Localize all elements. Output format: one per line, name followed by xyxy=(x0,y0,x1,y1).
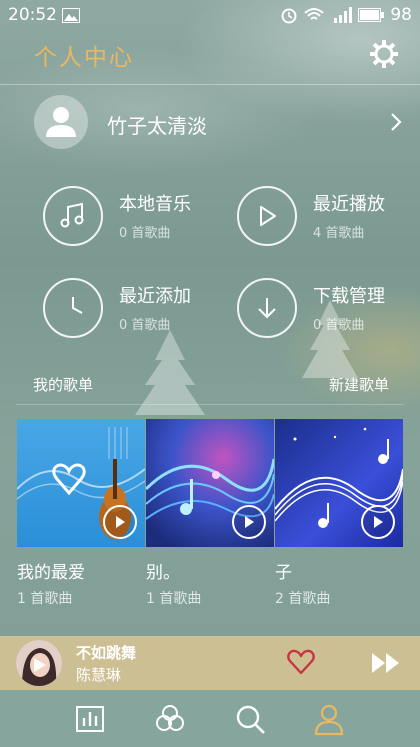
play-icon xyxy=(237,186,297,246)
playlist-name: 别。 xyxy=(146,563,180,583)
tile-count: 4 首歌曲 xyxy=(313,226,365,241)
song-title: 不如跳舞 xyxy=(76,644,137,662)
battery-icon xyxy=(358,8,385,22)
tile-title: 最近播放 xyxy=(313,194,385,215)
playlist-card[interactable]: 别。 1 首歌曲 xyxy=(146,419,274,607)
tile-title: 本地音乐 xyxy=(119,194,191,215)
new-playlist-button[interactable]: 新建歌单 xyxy=(329,374,389,395)
status-bar: 20:52 98 xyxy=(0,0,420,32)
play-icon xyxy=(116,516,125,528)
page-title: 个人中心 xyxy=(34,45,134,71)
playlist-name: 子 xyxy=(275,563,292,583)
image-icon xyxy=(62,8,80,23)
tile-count: 0 首歌曲 xyxy=(119,318,171,333)
song-artist: 陈慧琳 xyxy=(76,666,122,684)
tile-recent-play[interactable]: 最近播放 4 首歌曲 xyxy=(237,186,417,256)
fast-forward-icon[interactable] xyxy=(370,651,402,675)
status-time: 20:52 xyxy=(8,5,57,25)
gear-icon[interactable] xyxy=(370,40,398,68)
mini-player[interactable]: 不如跳舞 陈慧琳 xyxy=(0,636,420,690)
header-divider xyxy=(0,84,420,85)
discover-icon[interactable] xyxy=(153,702,187,736)
playlist-card[interactable]: 我的最爱 1 首歌曲 xyxy=(17,419,145,607)
play-button[interactable] xyxy=(361,505,395,539)
tile-count: 0 首歌曲 xyxy=(313,318,365,333)
download-icon xyxy=(237,278,297,338)
username: 竹子太清淡 xyxy=(107,114,207,138)
album-art[interactable] xyxy=(16,640,62,686)
chart-icon[interactable] xyxy=(74,702,108,736)
search-icon[interactable] xyxy=(233,702,267,736)
playlist-cover[interactable] xyxy=(17,419,145,547)
battery-level: 98 xyxy=(390,5,412,25)
chevron-right-icon xyxy=(391,113,402,131)
clock-icon xyxy=(43,278,103,338)
tile-count: 0 首歌曲 xyxy=(119,226,171,241)
heart-icon[interactable] xyxy=(287,649,315,675)
tile-download[interactable]: 下载管理 0 首歌曲 xyxy=(237,278,417,348)
artist-photo xyxy=(16,640,62,686)
playlist-cover[interactable] xyxy=(146,419,274,547)
tile-title: 最近添加 xyxy=(119,286,191,307)
playlist-name: 我的最爱 xyxy=(17,563,85,583)
playlist-count: 1 首歌曲 xyxy=(17,591,73,607)
playlist-count: 1 首歌曲 xyxy=(146,591,202,607)
play-icon xyxy=(245,516,254,528)
user-icon xyxy=(46,107,76,137)
my-playlists-heading: 我的歌单 xyxy=(33,376,94,394)
signal-icon xyxy=(334,7,353,23)
play-icon xyxy=(374,516,383,528)
music-note-icon xyxy=(43,186,103,246)
play-button[interactable] xyxy=(232,505,266,539)
section-divider xyxy=(16,404,404,405)
tile-local-music[interactable]: 本地音乐 0 首歌曲 xyxy=(43,186,223,256)
avatar[interactable] xyxy=(34,95,88,149)
playlist-card[interactable]: 子 2 首歌曲 xyxy=(275,419,403,607)
wifi-icon xyxy=(304,8,325,20)
profile-tab-icon[interactable] xyxy=(312,702,346,736)
alarm-icon xyxy=(281,8,297,24)
play-button[interactable] xyxy=(103,505,137,539)
playlist-count: 2 首歌曲 xyxy=(275,591,331,607)
tile-recent-added[interactable]: 最近添加 0 首歌曲 xyxy=(43,278,223,348)
profile-row[interactable]: 竹子太清淡 xyxy=(0,86,420,160)
tile-title: 下载管理 xyxy=(313,286,385,307)
tab-bar xyxy=(0,690,420,747)
playlist-cover[interactable] xyxy=(275,419,403,547)
